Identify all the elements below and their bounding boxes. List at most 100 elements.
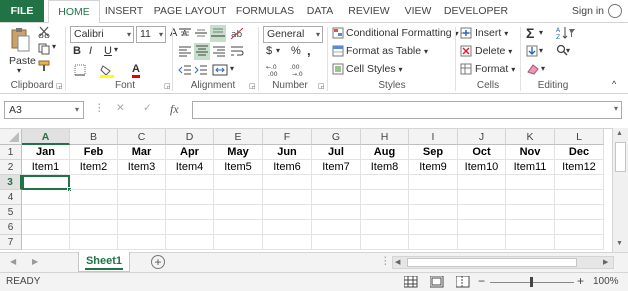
cell-e3[interactable]: [214, 175, 263, 190]
cell-g7[interactable]: [312, 235, 361, 250]
column-header-h[interactable]: H: [361, 129, 409, 145]
cell-h6[interactable]: [361, 220, 409, 235]
format-cells-icon[interactable]: [460, 63, 472, 78]
cell-a4[interactable]: [22, 190, 70, 205]
fill-icon[interactable]: [526, 45, 538, 60]
align-right-icon[interactable]: [212, 45, 226, 60]
tab-split-handle[interactable]: ⋮: [380, 255, 391, 267]
autosum-icon[interactable]: Σ: [526, 25, 534, 41]
normal-view-icon[interactable]: [403, 275, 418, 291]
cell-j4[interactable]: [458, 190, 506, 205]
row-header-1[interactable]: 1: [0, 145, 22, 160]
column-header-j[interactable]: J: [458, 129, 506, 145]
cell-j3[interactable]: [458, 175, 506, 190]
cell-styles-icon[interactable]: [332, 63, 344, 78]
sort-filter-icon[interactable]: AZ: [556, 26, 576, 43]
cell-j1[interactable]: Oct: [458, 145, 506, 160]
merge-dropdown-icon[interactable]: ▾: [230, 64, 234, 73]
clear-icon[interactable]: [526, 63, 540, 78]
increase-indent-icon[interactable]: [194, 64, 208, 79]
insert-cells-icon[interactable]: [460, 27, 472, 42]
cancel-formula-icon[interactable]: ✕: [116, 102, 125, 114]
cell-f3[interactable]: [263, 175, 312, 190]
font-size-select[interactable]: 11 ▾: [136, 26, 166, 43]
tab-view[interactable]: VIEW: [398, 0, 438, 22]
underline-dropdown-icon[interactable]: ▾: [114, 45, 118, 54]
row-header-7[interactable]: 7: [0, 235, 22, 250]
scroll-left-icon[interactable]: ◀: [395, 258, 400, 266]
cell-g4[interactable]: [312, 190, 361, 205]
currency-button[interactable]: $: [266, 45, 272, 57]
format-painter-icon[interactable]: [38, 60, 52, 75]
formula-input[interactable]: [192, 101, 622, 119]
cell-a6[interactable]: [22, 220, 70, 235]
cell-e4[interactable]: [214, 190, 263, 205]
tab-insert[interactable]: INSERT: [102, 0, 146, 22]
column-header-l[interactable]: L: [555, 129, 604, 145]
font-color-button[interactable]: A: [132, 63, 140, 78]
scroll-right-icon[interactable]: ▶: [603, 258, 608, 266]
cell-l3[interactable]: [555, 175, 604, 190]
cell-a1[interactable]: Jan: [22, 145, 70, 160]
expand-formula-bar-icon[interactable]: ▾: [614, 104, 618, 113]
clipboard-launcher-icon[interactable]: ◲: [56, 82, 63, 90]
comma-button[interactable]: ,: [307, 43, 311, 58]
format-as-table-icon[interactable]: [332, 45, 344, 60]
cell-i7[interactable]: [409, 235, 458, 250]
scroll-up-icon[interactable]: ▲: [616, 130, 623, 137]
paste-dropdown-icon[interactable]: ▾: [17, 66, 21, 75]
tab-home[interactable]: HOME: [48, 0, 100, 23]
cell-e7[interactable]: [214, 235, 263, 250]
cell-i5[interactable]: [409, 205, 458, 220]
cell-g3[interactable]: [312, 175, 361, 190]
cell-c7[interactable]: [118, 235, 166, 250]
copy-icon[interactable]: [38, 43, 52, 58]
cell-a3[interactable]: [22, 175, 72, 192]
cell-l6[interactable]: [555, 220, 604, 235]
cell-b5[interactable]: [70, 205, 118, 220]
column-header-d[interactable]: D: [166, 129, 214, 145]
vertical-scrollbar[interactable]: ▲ ▼: [612, 128, 628, 252]
conditional-formatting-icon[interactable]: [332, 27, 344, 42]
row-header-3[interactable]: 3: [0, 175, 22, 190]
fill-dropdown-icon[interactable]: ▾: [539, 46, 543, 55]
cell-k5[interactable]: [506, 205, 555, 220]
cell-j5[interactable]: [458, 205, 506, 220]
column-header-k[interactable]: K: [506, 129, 555, 145]
paste-button-label[interactable]: Paste: [9, 55, 36, 67]
decrease-decimal-icon[interactable]: .00 →.0: [290, 63, 310, 80]
add-sheet-button[interactable]: +: [151, 255, 165, 269]
zoom-out-button[interactable]: −: [478, 274, 485, 288]
cell-k4[interactable]: [506, 190, 555, 205]
zoom-level[interactable]: 100%: [593, 276, 619, 287]
tab-page-layout[interactable]: PAGE LAYOUT: [150, 0, 230, 22]
column-header-b[interactable]: B: [70, 129, 118, 145]
format-cells-button[interactable]: Format ▾: [475, 63, 515, 75]
cell-j2[interactable]: Item10: [458, 160, 506, 175]
user-icon[interactable]: [608, 4, 622, 18]
cell-g2[interactable]: Item7: [312, 160, 361, 175]
column-header-e[interactable]: E: [214, 129, 263, 145]
cell-l5[interactable]: [555, 205, 604, 220]
zoom-slider-thumb[interactable]: [530, 277, 533, 287]
cell-f4[interactable]: [263, 190, 312, 205]
zoom-in-button[interactable]: +: [577, 274, 584, 288]
cut-icon[interactable]: [38, 26, 50, 41]
tab-file[interactable]: FILE: [0, 0, 44, 22]
cell-k1[interactable]: Nov: [506, 145, 555, 160]
cell-c5[interactable]: [118, 205, 166, 220]
cell-l4[interactable]: [555, 190, 604, 205]
cell-d6[interactable]: [166, 220, 214, 235]
column-header-c[interactable]: C: [118, 129, 166, 145]
name-box[interactable]: A3 ▾: [4, 101, 84, 119]
cell-k3[interactable]: [506, 175, 555, 190]
cell-a7[interactable]: [22, 235, 70, 250]
cell-k6[interactable]: [506, 220, 555, 235]
cell-e2[interactable]: Item5: [214, 160, 263, 175]
cell-d1[interactable]: Apr: [166, 145, 214, 160]
tab-formulas[interactable]: FORMULAS: [234, 0, 296, 22]
cell-c6[interactable]: [118, 220, 166, 235]
tab-developer[interactable]: DEVELOPER: [442, 0, 510, 22]
alignment-launcher-icon[interactable]: ◲: [249, 82, 256, 90]
orientation-icon[interactable]: ab: [230, 26, 244, 43]
